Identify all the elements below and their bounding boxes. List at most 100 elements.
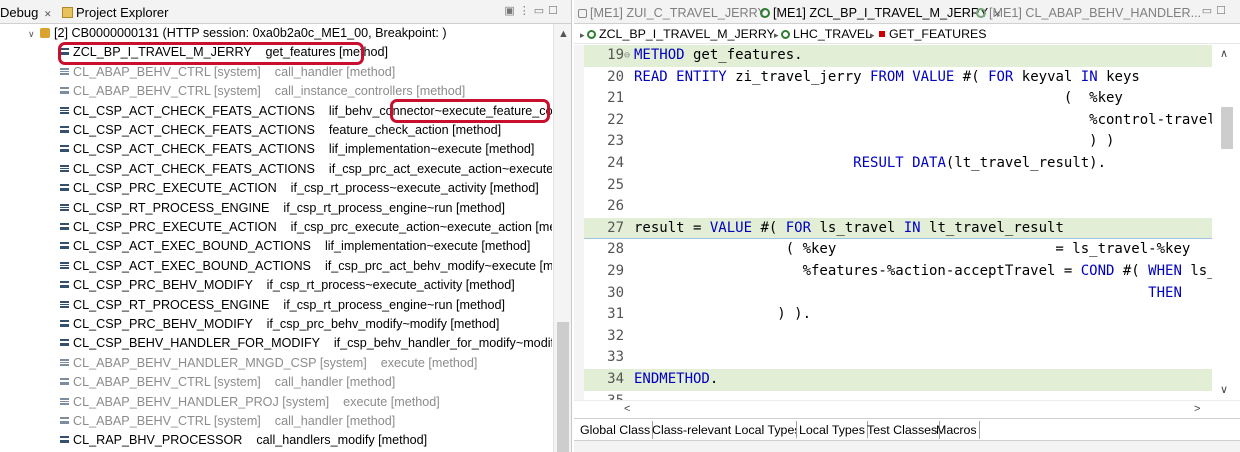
code-text: ( %key = ls_travel-%key xyxy=(634,241,1191,258)
thread-node[interactable]: ∨ [2] CB0000000131 (HTTP session: 0xa0b2a… xyxy=(28,24,447,43)
stack-frame[interactable]: CL_ABAP_BEHV_HANDLER_PROJ [system] execu… xyxy=(60,393,440,412)
code-line[interactable]: 28 ( %key = ls_travel-%key xyxy=(584,239,1212,261)
stack-frame[interactable]: CL_ABAP_BEHV_CTRL [system] call_handler … xyxy=(60,412,395,431)
stack-frame-label: CL_RAP_BHV_PROCESSOR call_handlers_modif… xyxy=(73,433,428,448)
editor-vertical-scrollbar[interactable]: ∧ ∨ xyxy=(1212,45,1240,400)
fold-icon[interactable]: ⊖ xyxy=(624,45,630,67)
class-icon xyxy=(760,8,770,18)
class-icon xyxy=(781,30,791,39)
tree-scrollbar[interactable]: ▲ xyxy=(553,24,571,452)
lower-panel-strip xyxy=(574,440,1240,452)
stack-frame-label: CL_CSP_PRC_BEHV_MODIFY if_csp_prc_behv_m… xyxy=(73,317,500,331)
code-line[interactable]: 30 THEN xyxy=(584,283,1212,305)
stack-frame[interactable]: CL_RAP_BHV_PROCESSOR call_handlers_modif… xyxy=(60,431,427,450)
editor-tab-cl-abap-behv[interactable]: [ME1] CL_ABAP_BEHV_HANDLER... xyxy=(976,4,1201,22)
tab-debug[interactable]: Debug ✕ xyxy=(0,4,51,22)
code-line[interactable]: 19 ⊖ METHOD get_features. xyxy=(584,45,1212,67)
code-line[interactable]: 25 xyxy=(584,175,1212,197)
chevron-right-icon: ▸ xyxy=(870,30,878,40)
minimize-icon[interactable]: ▭ xyxy=(534,5,548,17)
code-line[interactable]: 35 xyxy=(584,391,1212,400)
code-text: result = VALUE #( FOR ls_travel IN lt_tr… xyxy=(634,219,1064,236)
editor-horizontal-scrollbar[interactable]: < > xyxy=(574,400,1240,418)
code-editor[interactable]: 19 ⊖ METHOD get_features. 20 READ ENTITY zi_… xyxy=(574,45,1240,400)
code-text: %features-%action-acceptTravel = COND #(… xyxy=(634,263,1216,279)
stack-frame-icon xyxy=(60,320,69,327)
stack-tree[interactable]: ∨ [2] CB0000000131 (HTTP session: 0xa0b2a… xyxy=(0,24,552,452)
menu-icon[interactable]: ⋮ xyxy=(519,5,534,17)
code-line[interactable]: 21 ( %key xyxy=(584,88,1212,110)
stack-frame-icon xyxy=(60,126,69,133)
stack-frame[interactable]: CL_CSP_ACT_CHECK_FEATS_ACTIONS feature_c… xyxy=(60,121,501,140)
stack-frame[interactable]: CL_CSP_RT_PROCESS_ENGINE if_csp_rt_proce… xyxy=(60,199,505,218)
stack-frame[interactable]: CL_CSP_ACT_EXEC_BOUND_ACTIONS lif_implem… xyxy=(60,237,530,256)
stack-frame-icon xyxy=(60,300,69,308)
breadcrumb-local-class-label: LHC_TRAVEL xyxy=(793,27,872,41)
stack-frame[interactable]: CL_CSP_RT_PROCESS_ENGINE if_csp_rt_proce… xyxy=(60,296,505,315)
stack-frame[interactable]: CL_CSP_PRC_EXECUTE_ACTION if_csp_rt_proc… xyxy=(60,179,539,198)
code-text: ) ). xyxy=(634,306,812,323)
stack-frame[interactable]: CL_ABAP_BEHV_HANDLER_MNGD_CSP [system] e… xyxy=(60,354,477,373)
tab-macros[interactable]: Macros xyxy=(934,421,980,439)
stack-frame-icon xyxy=(60,106,69,114)
scroll-left-icon[interactable]: < xyxy=(624,403,630,415)
editor-tab-label: [ME1] CL_ABAP_BEHV_HANDLER... xyxy=(989,6,1202,20)
scrollbar-thumb[interactable] xyxy=(1221,107,1233,149)
line-number: 22 xyxy=(607,111,624,128)
chevron-down-icon[interactable]: ∨ xyxy=(28,25,40,44)
view-controls[interactable]: ▣⋮▭☐ xyxy=(504,4,562,17)
scroll-up-icon[interactable]: ∧ xyxy=(1220,47,1228,60)
scroll-down-icon[interactable]: ∨ xyxy=(1220,383,1228,396)
code-line[interactable]: 26 xyxy=(584,196,1212,218)
stack-frame-label: CL_CSP_PRC_BEHV_MODIFY if_csp_rt_process… xyxy=(73,278,515,293)
breadcrumb-local-class[interactable]: ▸ LHC_TRAVEL xyxy=(774,24,872,45)
code-line[interactable]: 22 %control-travel_ xyxy=(584,110,1224,132)
code-text: ( %key xyxy=(634,90,1123,107)
stack-frame[interactable]: CL_CSP_PRC_BEHV_MODIFY if_csp_rt_process… xyxy=(60,276,515,295)
breadcrumb-method[interactable]: ▸ GET_FEATURES xyxy=(870,24,987,45)
scroll-up-icon[interactable]: ▲ xyxy=(558,28,569,40)
collapse-all-icon[interactable]: ▣ xyxy=(504,5,518,17)
code-line[interactable]: 31 ) ). xyxy=(584,304,1212,326)
stack-frame-label: CL_ABAP_BEHV_CTRL [system] call_handler … xyxy=(73,414,396,428)
stack-frame[interactable]: CL_CSP_PRC_BEHV_MODIFY if_csp_prc_behv_m… xyxy=(60,315,499,334)
code-line[interactable]: 27 result = VALUE #( FOR ls_travel IN lt_… xyxy=(584,217,1212,240)
stack-frame-icon xyxy=(60,261,69,269)
code-line[interactable]: 32 xyxy=(584,326,1212,348)
line-number: 35 xyxy=(584,391,624,400)
maximize-icon[interactable]: ☐ xyxy=(548,5,562,17)
stack-frame[interactable]: CL_CSP_ACT_EXEC_BOUND_ACTIONS if_csp_prc… xyxy=(60,257,552,276)
scroll-right-icon[interactable]: > xyxy=(1194,403,1200,415)
scrollbar-thumb[interactable] xyxy=(557,322,569,452)
tab-class-relevant-local-types[interactable]: Class-relevant Local Types xyxy=(650,421,804,439)
maximize-icon[interactable]: ☐ xyxy=(1216,5,1230,17)
close-icon[interactable]: ✕ xyxy=(44,9,52,19)
stack-frame-label: CL_CSP_ACT_EXEC_BOUND_ACTIONS if_csp_prc… xyxy=(73,258,552,273)
code-line[interactable]: 20 READ ENTITY zi_travel_jerry FROM VALUE… xyxy=(584,67,1212,89)
code-line[interactable]: 29 %features-%action-acceptTravel = COND… xyxy=(584,261,1215,283)
editor-tab-zcl-bp[interactable]: [ME1] ZCL_BP_I_TRAVEL_M_JERRY ✕ xyxy=(760,4,1001,22)
tab-global-class[interactable]: Global Class xyxy=(578,421,654,439)
code-line[interactable]: 23 ) ) xyxy=(584,131,1212,153)
code-line[interactable]: 34 ENDMETHOD. xyxy=(584,369,1212,391)
stack-frame-label: CL_CSP_PRC_EXECUTE_ACTION if_csp_prc_exe… xyxy=(73,220,552,234)
stack-frame[interactable]: CL_ABAP_BEHV_CTRL [system] call_handler … xyxy=(60,63,395,82)
tab-local-types[interactable]: Local Types xyxy=(796,421,868,439)
class-icon xyxy=(976,8,986,18)
stack-frame[interactable]: CL_CSP_ACT_CHECK_FEATS_ACTIONS lif_imple… xyxy=(60,140,534,159)
stack-frame[interactable]: CL_CSP_BEHV_HANDLER_FOR_MODIFY if_csp_be… xyxy=(60,334,552,353)
stack-frame[interactable]: CL_ABAP_BEHV_CTRL [system] call_handler … xyxy=(60,373,395,392)
tab-project-explorer[interactable]: Project Explorer xyxy=(62,4,168,22)
tab-test-classes[interactable]: Test Classes xyxy=(865,421,941,439)
code-line[interactable]: 33 xyxy=(584,347,1212,369)
stack-frame-icon xyxy=(60,242,69,250)
stack-frame[interactable]: CL_CSP_ACT_CHECK_FEATS_ACTIONS if_csp_pr… xyxy=(60,160,552,179)
breadcrumb-class[interactable]: ▸ ZCL_BP_I_TRAVEL_M_JERRY xyxy=(580,24,775,45)
line-number: 32 xyxy=(607,327,624,344)
code-line[interactable]: 24 RESULT DATA(lt_travel_result). xyxy=(584,153,1212,175)
editor-view-controls[interactable]: ▭☐ xyxy=(1202,4,1230,17)
minimize-icon[interactable]: ▭ xyxy=(1202,5,1216,17)
stack-frame-icon xyxy=(60,164,69,172)
editor-tab-zui-c-travel[interactable]: [ME1] ZUI_C_TRAVEL_JERRY xyxy=(578,4,766,22)
stack-frame[interactable]: CL_CSP_PRC_EXECUTE_ACTION if_csp_prc_exe… xyxy=(60,218,552,237)
